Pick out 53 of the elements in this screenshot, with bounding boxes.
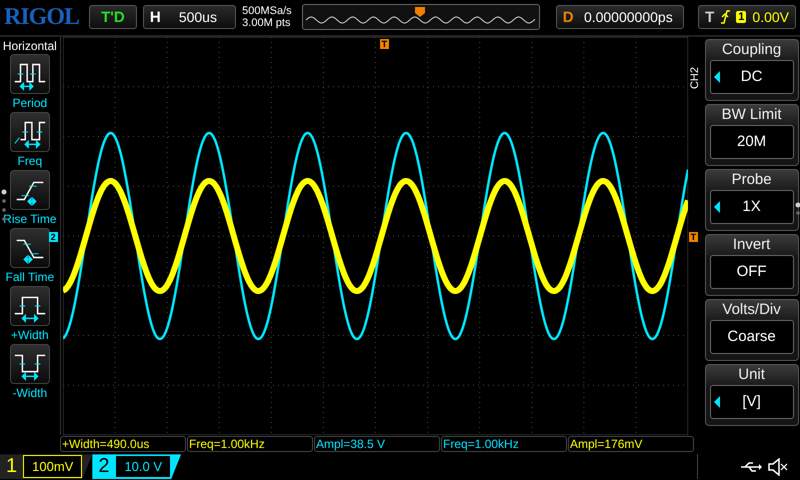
left-arrow-icon (714, 70, 720, 83)
menu-softkey[interactable]: Invert OFF (704, 234, 799, 296)
menu-softkey[interactable]: Coupling DC (704, 38, 799, 101)
menu-softkey[interactable]: BW Limit 20M (704, 104, 799, 166)
measure-button[interactable] (10, 112, 50, 152)
measurement-readout: Freq=1.00kHz (187, 436, 313, 452)
trigger-level: 0.00V (752, 9, 790, 26)
menu-softkey[interactable]: Unit [V] (704, 364, 799, 426)
menu-softkey[interactable]: Volts/Div Coarse (704, 298, 799, 361)
channel-label: CH2 (688, 66, 701, 89)
measurement-readout: Ampl=176mV (568, 436, 694, 452)
channel-tab[interactable]: 1 100mV (0, 454, 92, 480)
measure-button[interactable] (10, 228, 50, 268)
measure-button[interactable] (10, 54, 50, 94)
trigger-source: 1 (736, 11, 746, 24)
measure-label: Freq (17, 154, 42, 168)
brand-logo: RIGOL (4, 4, 80, 31)
usb-icon (740, 460, 762, 473)
left-arrow-icon (714, 396, 720, 408)
softkey-value: Coarse (710, 320, 794, 354)
measurement-readout: Freq=1.00kHz (441, 436, 567, 452)
softkey-value: [V] (710, 384, 794, 419)
measure-button[interactable] (10, 286, 50, 326)
measure-label: Period (12, 96, 48, 110)
softkey-value: 1X (710, 190, 794, 224)
sample-rate: 500MSa/s (242, 5, 292, 18)
channel-tab[interactable]: 2 10.0 V (92, 454, 182, 480)
left-arrow-icon (714, 200, 720, 213)
softkey-value: 20M (710, 124, 794, 159)
channel-scale: 100mV (23, 455, 82, 478)
rising-edge-icon (720, 10, 730, 24)
measure-button[interactable] (10, 344, 50, 384)
measure-label: -Width (12, 386, 48, 400)
speaker-muted-icon (768, 458, 788, 476)
run-state-indicator[interactable]: T'D (89, 5, 137, 30)
measurement-readout: +Width=490.0us (60, 436, 186, 452)
menu-title: Horizontal (2, 38, 57, 53)
softkey-value: DC (710, 60, 794, 94)
horizontal-scale-field[interactable]: H 500us (142, 5, 236, 30)
measure-label: +Width (10, 328, 49, 342)
measure-label: Fall Time (5, 270, 54, 284)
channel-scale: 10.0 V (115, 455, 172, 478)
measure-button[interactable] (10, 170, 50, 210)
trigger-level-marker[interactable]: T (688, 232, 698, 242)
trigger-position-marker[interactable]: T (380, 38, 390, 49)
page-dots-icon (795, 202, 800, 216)
channel-marker[interactable]: 2 (48, 232, 58, 242)
delay-field[interactable]: D 0.00000000ps (556, 5, 684, 30)
menu-softkey[interactable]: Probe 1X (704, 168, 799, 231)
trigger-field[interactable]: T 1 0.00V (698, 5, 796, 30)
memory-depth: 3.00M pts (242, 17, 292, 30)
measurement-readout: Ampl=38.5 V (314, 436, 440, 452)
softkey-value: OFF (710, 254, 794, 289)
